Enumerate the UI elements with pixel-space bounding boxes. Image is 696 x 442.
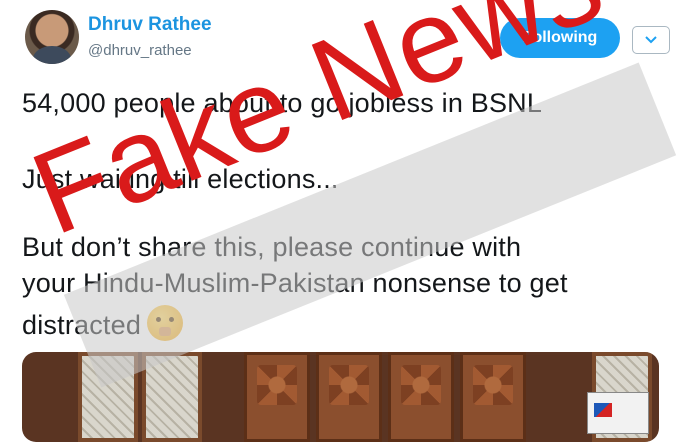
photo-door-1 — [244, 352, 310, 442]
photo-door-3 — [388, 352, 454, 442]
avatar-shirt — [33, 46, 71, 64]
avatar[interactable] — [25, 10, 79, 64]
photo-door-4 — [460, 352, 526, 442]
chevron-down-icon — [645, 36, 657, 44]
author-name[interactable]: Dhruv Rathee — [88, 14, 212, 36]
photo-sign — [587, 392, 649, 434]
tweet-options-button[interactable] — [632, 26, 670, 54]
photo-door-2 — [316, 352, 382, 442]
author-handle[interactable]: @dhruv_rathee — [88, 42, 192, 59]
